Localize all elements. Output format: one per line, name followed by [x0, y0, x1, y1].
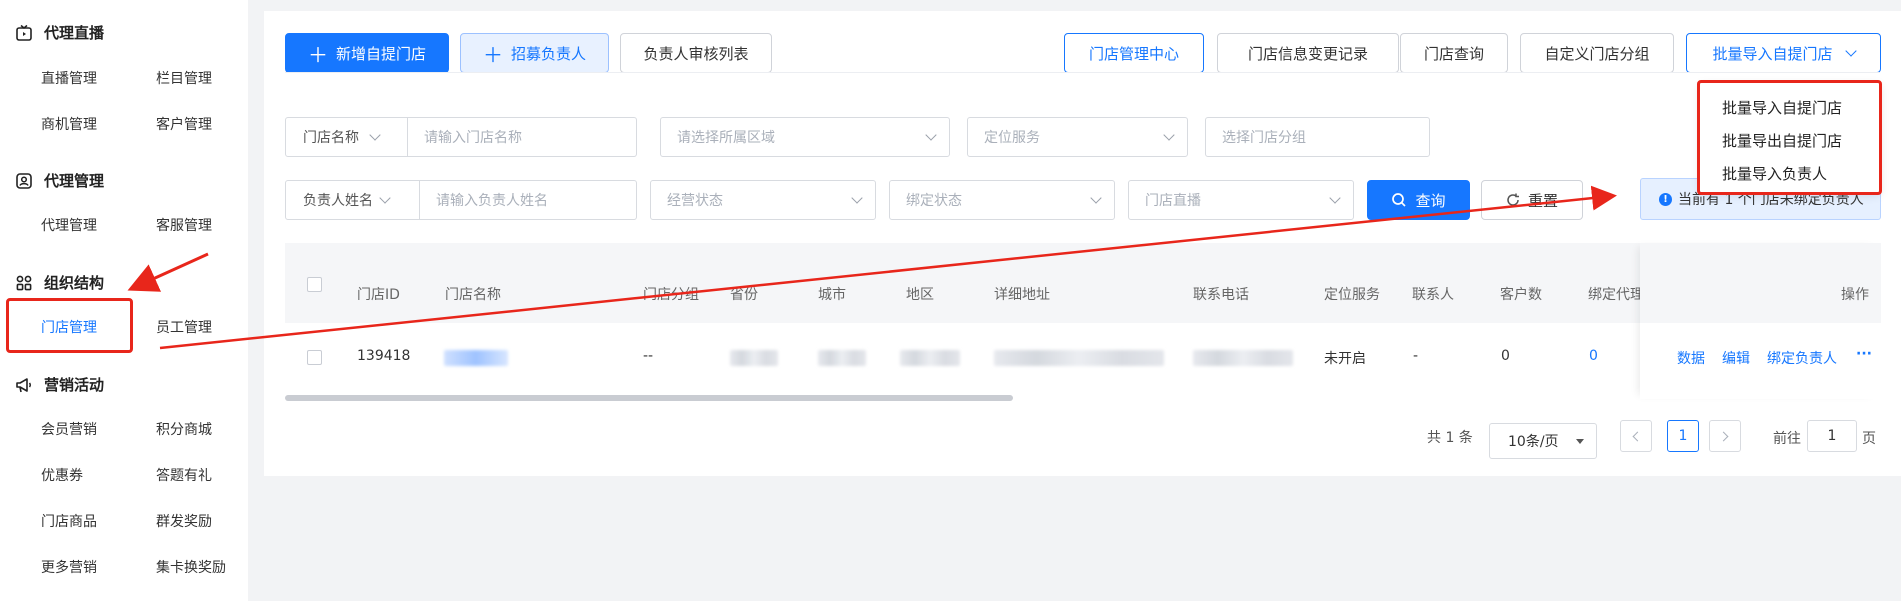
annotation-arrows — [127, 185, 1617, 350]
annotation-arrow-to-sidebar — [127, 252, 209, 292]
annotation-arrow-to-dropdown — [159, 185, 1617, 350]
